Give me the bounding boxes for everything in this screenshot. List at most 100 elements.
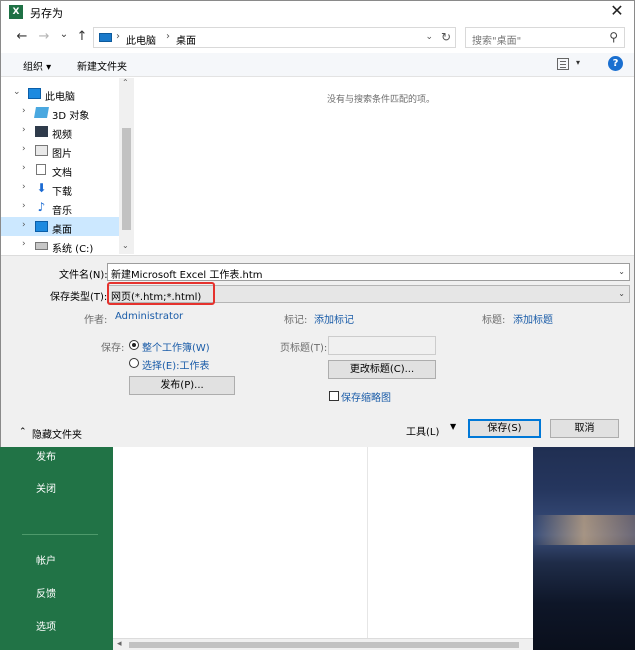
view-options-icon[interactable] xyxy=(557,58,569,70)
music-icon: ♪ xyxy=(37,200,46,214)
collapsed-chevron-icon[interactable]: › xyxy=(22,239,26,249)
excel-icon: X xyxy=(9,5,23,19)
tree-item-pictures[interactable]: › 图片 xyxy=(1,141,119,160)
tools-button[interactable]: 工具(L) xyxy=(406,423,439,438)
menu-divider xyxy=(22,534,98,535)
navigation-bar: ← → ⌄ ↑ › 此电脑 › 桌面 ⌄ ↻ 搜索"桌面" ⚲ xyxy=(1,25,634,51)
breadcrumb-separator-icon: › xyxy=(116,31,120,42)
tree-item-label: 音乐 xyxy=(52,206,72,217)
refresh-icon[interactable]: ↻ xyxy=(441,30,451,44)
page-title-label: 页标题(T): xyxy=(280,343,328,354)
scroll-thumb[interactable] xyxy=(129,642,519,648)
author-label: 作者: xyxy=(84,315,108,326)
scroll-left-icon[interactable]: ◂ xyxy=(117,639,122,649)
menu-item-account[interactable]: 帐户 xyxy=(36,552,56,567)
tree-item-system-drive[interactable]: › 系统 (C:) xyxy=(1,236,119,255)
breadcrumb-desktop[interactable]: 桌面 xyxy=(176,32,196,47)
forward-arrow-icon[interactable]: → xyxy=(36,29,52,44)
breadcrumb-separator-icon: › xyxy=(166,31,170,42)
recent-locations-chevron-icon[interactable]: ⌄ xyxy=(56,29,72,40)
radio-selection-label[interactable]: 选择(E):工作表 xyxy=(142,357,210,372)
cancel-button[interactable]: 取消 xyxy=(550,419,619,438)
collapsed-chevron-icon[interactable]: › xyxy=(22,106,26,116)
tree-scrollbar[interactable]: ⌃ ⌄ xyxy=(119,78,134,254)
tree-item-downloads[interactable]: › ⬇ 下载 xyxy=(1,179,119,198)
content-divider xyxy=(367,440,368,640)
tree-item-this-pc[interactable]: ⌄ 此电脑 xyxy=(1,84,119,103)
collapsed-chevron-icon[interactable]: › xyxy=(22,125,26,135)
scroll-down-icon[interactable]: ⌄ xyxy=(122,241,129,250)
author-value[interactable]: Administrator xyxy=(115,311,183,322)
menu-item-close[interactable]: 关闭 xyxy=(36,480,56,495)
up-arrow-icon[interactable]: ↑ xyxy=(74,29,90,44)
tree-item-3d-objects[interactable]: › 3D 对象 xyxy=(1,103,119,122)
menu-item-feedback[interactable]: 反馈 xyxy=(36,585,56,600)
add-title-link[interactable]: 添加标题 xyxy=(513,311,553,326)
tree-item-desktop[interactable]: › 桌面 xyxy=(1,217,119,236)
tree-item-label: 下载 xyxy=(52,187,72,198)
filetype-label: 保存类型(T): xyxy=(50,292,108,303)
computer-icon xyxy=(28,88,41,99)
scroll-thumb[interactable] xyxy=(122,128,131,230)
address-bar[interactable]: › 此电脑 › 桌面 ⌄ ↻ xyxy=(93,27,456,48)
collapsed-chevron-icon[interactable]: › xyxy=(22,201,26,211)
page-title-field[interactable] xyxy=(328,336,436,355)
view-dropdown-icon[interactable]: ▾ xyxy=(576,58,580,67)
search-placeholder: 搜索"桌面" xyxy=(472,36,522,47)
expanded-chevron-icon[interactable]: ⌄ xyxy=(13,87,21,97)
menu-item-publish[interactable]: 发布 xyxy=(36,448,56,463)
hide-folders-button[interactable]: 隐藏文件夹 xyxy=(32,426,82,441)
collapsed-chevron-icon[interactable]: › xyxy=(22,220,26,230)
dialog-title: 另存为 xyxy=(30,7,63,20)
3d-objects-icon xyxy=(34,107,49,118)
filename-value: 新建Microsoft Excel 工作表.htm xyxy=(111,270,263,281)
command-toolbar: 组织 ▾ 新建文件夹 ▾ ? xyxy=(1,53,634,77)
tree-item-label: 图片 xyxy=(52,149,72,160)
save-thumbnail-label[interactable]: 保存缩略图 xyxy=(341,389,391,404)
organize-button[interactable]: 组织 ▾ xyxy=(23,58,51,73)
save-thumbnail-checkbox[interactable] xyxy=(329,391,339,401)
tree-item-label: 3D 对象 xyxy=(52,111,90,122)
filename-input[interactable]: 新建Microsoft Excel 工作表.htm ⌄ xyxy=(107,263,630,281)
tools-dropdown-icon[interactable]: ▼ xyxy=(450,422,456,431)
download-icon: ⬇ xyxy=(36,181,47,195)
search-box[interactable]: 搜索"桌面" ⚲ xyxy=(465,27,625,48)
save-as-dialog: X 另存为 ✕ ← → ⌄ ↑ › 此电脑 › 桌面 ⌄ ↻ 搜索"桌面" ⚲ … xyxy=(0,0,635,447)
desktop-icon xyxy=(35,221,48,232)
new-folder-button[interactable]: 新建文件夹 xyxy=(77,58,127,73)
menu-item-options[interactable]: 选项 xyxy=(36,618,56,633)
help-icon[interactable]: ? xyxy=(608,56,623,71)
collapsed-chevron-icon[interactable]: › xyxy=(22,163,26,173)
save-scope-label: 保存: xyxy=(101,343,125,354)
tree-item-documents[interactable]: › 文档 xyxy=(1,160,119,179)
tags-label: 标记: xyxy=(284,315,308,326)
chevron-down-icon[interactable]: ⌄ xyxy=(618,289,625,298)
chevron-up-icon[interactable]: ⌃ xyxy=(19,427,27,437)
breadcrumb-this-pc[interactable]: 此电脑 xyxy=(126,32,156,47)
tree-item-label: 桌面 xyxy=(52,225,72,236)
navigation-tree: ⌄ 此电脑 › 3D 对象 › 视频 › 图片 › 文档 › ⬇ 下载 › ♪ … xyxy=(1,78,134,255)
collapsed-chevron-icon[interactable]: › xyxy=(22,144,26,154)
collapsed-chevron-icon[interactable]: › xyxy=(22,182,26,192)
search-icon[interactable]: ⚲ xyxy=(609,30,618,44)
radio-entire-workbook-label[interactable]: 整个工作簿(W) xyxy=(142,339,210,354)
video-icon xyxy=(35,126,48,137)
chevron-down-icon[interactable]: ⌄ xyxy=(618,267,625,276)
empty-results-message: 没有与搜索条件匹配的项。 xyxy=(327,95,436,105)
scroll-up-icon[interactable]: ⌃ xyxy=(122,78,129,87)
horizontal-scrollbar[interactable]: ◂ xyxy=(113,638,533,650)
documents-icon xyxy=(36,164,46,175)
tree-item-music[interactable]: › ♪ 音乐 xyxy=(1,198,119,217)
save-button[interactable]: 保存(S) xyxy=(468,419,541,438)
back-arrow-icon[interactable]: ← xyxy=(14,29,30,44)
add-tags-link[interactable]: 添加标记 xyxy=(314,311,354,326)
tree-item-videos[interactable]: › 视频 xyxy=(1,122,119,141)
address-dropdown-icon[interactable]: ⌄ xyxy=(425,32,433,42)
change-title-button[interactable]: 更改标题(C)... xyxy=(328,360,436,379)
radio-selection[interactable] xyxy=(129,358,139,368)
publish-button[interactable]: 发布(P)... xyxy=(129,376,235,395)
close-icon[interactable]: ✕ xyxy=(608,2,626,20)
radio-entire-workbook[interactable] xyxy=(129,340,139,350)
title-bar: X 另存为 ✕ xyxy=(1,1,634,23)
file-list-pane[interactable]: 没有与搜索条件匹配的项。 xyxy=(134,78,634,254)
